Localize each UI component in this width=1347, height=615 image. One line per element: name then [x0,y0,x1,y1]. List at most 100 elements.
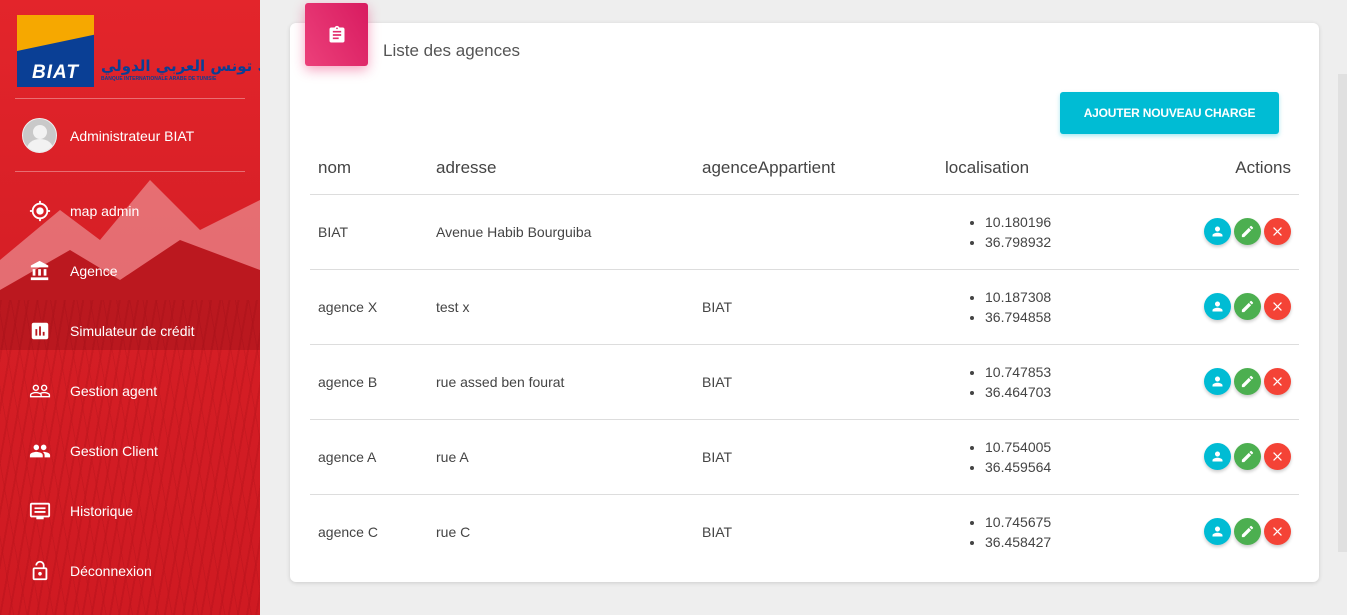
latitude-value: 36.798932 [985,232,1137,252]
cell-localisation: 10.75400536.459564 [937,419,1137,495]
latitude-value: 36.459564 [985,457,1137,477]
agencies-table: nom adresse agenceAppartient localisatio… [310,143,1299,569]
latitude-value: 36.794858 [985,307,1137,327]
sidebar-item-label: Historique [70,503,134,519]
people-outline-icon [28,379,52,403]
table-row: agence Xtest xBIAT10.18730836.794858 [310,269,1299,345]
longitude-value: 10.754005 [985,437,1137,457]
latitude-value: 36.464703 [985,382,1137,402]
sidebar-nav: map admin Agence Simulateur de crédit Ge… [0,181,260,601]
cell-adresse: Avenue Habib Bourguiba [428,194,694,270]
cell-agence: BIAT [694,269,937,345]
longitude-value: 10.745675 [985,512,1137,532]
column-header-adresse: adresse [428,143,694,195]
table-row: BIATAvenue Habib Bourguiba 10.18019636.79… [310,194,1299,270]
sidebar-item-label: map admin [70,203,140,219]
user-name: Administrateur BIAT [70,127,195,144]
localisation-list: 10.74785336.464703 [945,362,1137,402]
localisation-list: 10.75400536.459564 [945,437,1137,477]
cell-nom: BIAT [310,194,428,270]
logo-brand: BIAT [32,62,79,83]
sidebar-item-historique[interactable]: Historique [0,481,260,541]
biat-logo: BIAT بنك تونس العربي الدولي BANQUE INTER… [17,15,260,89]
table-header-row: nom adresse agenceAppartient localisatio… [310,143,1299,195]
edit-button[interactable] [1234,293,1261,320]
sidebar-item-label: Déconnexion [70,563,152,579]
localisation-list: 10.18730836.794858 [945,287,1137,327]
sidebar-item-gestion-client[interactable]: Gestion Client [0,421,260,481]
sidebar-item-label: Gestion agent [70,383,158,399]
sidebar-item-deconnexion[interactable]: Déconnexion [0,541,260,601]
view-agent-button[interactable] [1204,443,1231,470]
sidebar: BIAT بنك تونس العربي الدولي BANQUE INTER… [0,0,260,615]
edit-button[interactable] [1234,368,1261,395]
view-agent-button[interactable] [1204,368,1231,395]
localisation-list: 10.18019636.798932 [945,212,1137,252]
view-agent-button[interactable] [1204,293,1231,320]
user-profile[interactable]: Administrateur BIAT [22,118,194,153]
page-title: Liste des agences [383,41,521,60]
sidebar-item-simulateur[interactable]: Simulateur de crédit [0,301,260,361]
cell-nom: agence X [310,269,428,345]
localisation-list: 10.74567536.458427 [945,512,1137,552]
cell-nom: agence A [310,419,428,495]
add-button[interactable]: AJOUTER NOUVEAU CHARGE [1060,92,1279,134]
view-agent-button[interactable] [1204,218,1231,245]
cell-nom: agence C [318,523,378,540]
delete-button[interactable] [1264,368,1291,395]
edit-button[interactable] [1234,443,1261,470]
logo-mark: BIAT [17,15,94,87]
delete-button[interactable] [1264,293,1291,320]
column-header-agence: agenceAppartient [694,143,937,195]
delete-button[interactable] [1264,518,1291,546]
latitude-value: 36.458427 [985,532,1137,552]
column-header-localisation: localisation [937,143,1137,195]
sidebar-item-label: Simulateur de crédit [70,323,195,339]
card-header-icon [305,3,368,66]
chart-icon [28,319,52,343]
cell-agence [694,194,937,270]
longitude-value: 10.180196 [985,212,1137,232]
people-icon [28,439,52,463]
divider [15,98,245,99]
sidebar-item-label: Agence [70,263,118,279]
cell-localisation: 10.18019636.798932 [937,194,1137,270]
cell-agence: BIAT [694,344,937,420]
column-header-nom: nom [310,143,428,195]
delete-button[interactable] [1264,218,1291,245]
cell-adresse: rue assed ben fourat [428,344,694,420]
longitude-value: 10.187308 [985,287,1137,307]
sidebar-item-agence[interactable]: Agence [0,241,260,301]
longitude-value: 10.747853 [985,362,1137,382]
table-row: agence Arue ABIAT10.75400536.459564 [310,419,1299,495]
lock-open-icon [28,559,52,583]
logo-subtitle: BANQUE INTERNATIONALE ARABE DE TUNISIE [101,76,217,82]
target-icon [28,199,52,223]
cell-actions [1137,419,1299,495]
cell-agence: BIAT [702,523,733,540]
edit-button[interactable] [1234,518,1261,546]
cell-actions [1137,194,1299,270]
cell-adresse: rue C [436,523,471,540]
cell-localisation: 10.74785336.464703 [937,344,1137,420]
sidebar-item-gestion-agent[interactable]: Gestion agent [0,361,260,421]
scrollbar[interactable] [1338,74,1347,552]
sidebar-item-map-admin[interactable]: map admin [0,181,260,241]
cell-localisation: 10.18730836.794858 [937,269,1137,345]
table-row: agence C rue C BIAT 10.74567536.458427 [310,494,1299,569]
avatar [22,118,57,153]
sidebar-item-label: Gestion Client [70,443,158,459]
column-header-actions: Actions [1137,143,1299,195]
clipboard-icon [329,25,344,42]
cell-adresse: test x [428,269,694,345]
cell-adresse: rue A [428,419,694,495]
logo-arabic: بنك تونس العربي الدولي [101,57,260,75]
edit-button[interactable] [1234,218,1261,245]
bank-icon [28,259,52,283]
view-agent-button[interactable] [1204,518,1231,546]
cell-actions [1137,344,1299,420]
cell-nom: agence B [310,344,428,420]
delete-button[interactable] [1264,443,1291,470]
divider [15,171,245,172]
monitor-icon [28,499,52,523]
